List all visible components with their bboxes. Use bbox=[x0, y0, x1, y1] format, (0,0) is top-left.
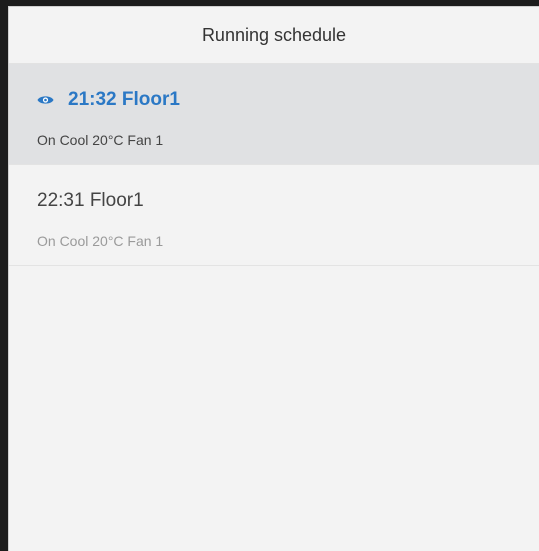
page-title: Running schedule bbox=[201, 24, 347, 45]
schedule-item-title-row: 22:31 Floor1 bbox=[37, 190, 144, 212]
schedule-item-details: On Cool 20°C Fan 1 bbox=[37, 132, 164, 148]
schedule-item-time-floor: 22:31 Floor1 bbox=[37, 190, 144, 211]
panel-header: Running schedule bbox=[9, 7, 539, 64]
schedule-item[interactable]: 22:31 Floor1 On Cool 20°C Fan 1 bbox=[9, 165, 539, 266]
schedule-item-title-row: 21:32 Floor1 bbox=[37, 89, 180, 111]
schedule-panel: Running schedule 21:32 Floor1 On Cool 20… bbox=[8, 6, 539, 551]
schedule-item-active[interactable]: 21:32 Floor1 On Cool 20°C Fan 1 bbox=[9, 64, 539, 165]
schedule-item-time-floor: 21:32 Floor1 bbox=[68, 89, 180, 110]
eye-icon bbox=[37, 96, 54, 104]
schedule-item-details: On Cool 20°C Fan 1 bbox=[37, 233, 164, 249]
